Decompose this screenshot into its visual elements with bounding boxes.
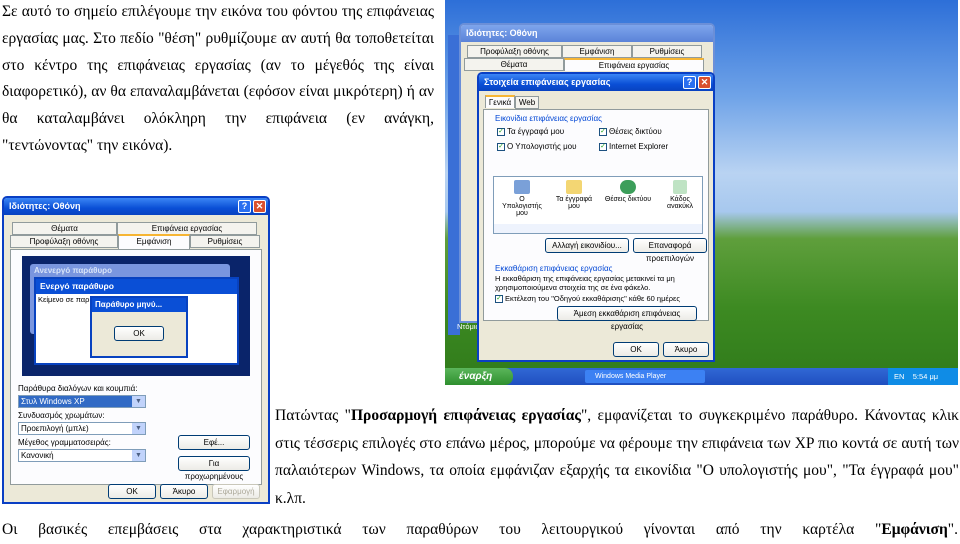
tab-desktop[interactable]: Επιφάνεια εργασίας (564, 58, 704, 71)
font-size-label: Μέγεθος γραμματοσειράς: (18, 438, 111, 447)
customize-paragraph: Πατώντας "Προσαρμογή επιφάνειας εργασίας… (275, 402, 959, 512)
color-scheme-select[interactable]: Προεπιλογή (μπλε) ▼ (18, 422, 146, 435)
language-indicator[interactable]: EN (894, 372, 904, 381)
apply-button[interactable]: Εφαρμογή (212, 484, 260, 499)
computer-icon (514, 180, 530, 194)
text: ". (947, 521, 958, 538)
text: Οι βασικές επεμβάσεις στα χαρακτηριστικά… (2, 521, 882, 538)
window-title: Στοιχεία επιφάνειας εργασίας (484, 77, 611, 87)
checkbox-my-documents[interactable]: ✓ Τα έγγραφά μου (497, 127, 564, 136)
title-bar: Στοιχεία επιφάνειας εργασίας ? ✕ (479, 74, 713, 91)
intro-paragraph: Σε αυτό το σημείο επιλέγουμε την εικόνα … (2, 3, 434, 154)
taskbar: έναρξη Windows Media Player EN 5:54 μμ (445, 368, 958, 385)
color-scheme-value: Προεπιλογή (μπλε) (21, 424, 89, 433)
checkbox-network-places[interactable]: ✓ Θέσεις δικτύου (599, 127, 662, 136)
taskbar-item-media-player[interactable]: Windows Media Player (585, 370, 705, 383)
network-icon (620, 180, 636, 194)
tab-screensaver[interactable]: Προφύλαξη οθόνης (467, 45, 562, 58)
chevron-down-icon: ▼ (132, 450, 145, 461)
horizontal-scrollbar[interactable] (494, 224, 702, 233)
bold-term: Προσαρμογή επιφάνειας εργασίας (351, 407, 581, 424)
checkbox-internet-explorer[interactable]: ✓ Internet Explorer (599, 142, 668, 151)
tab-screensaver[interactable]: Προφύλαξη οθόνης (10, 235, 118, 248)
dialog-style-label: Παράθυρα διαλόγων και κουμπιά: (18, 384, 138, 393)
ok-button[interactable]: OK (613, 342, 659, 357)
tab-web[interactable]: Web (515, 96, 539, 109)
dialog-style-select[interactable]: Στυλ Windows XP ▼ (18, 395, 146, 408)
clock: 5:54 μμ (912, 372, 939, 381)
cancel-button[interactable]: Άκυρο (663, 342, 709, 357)
display-properties-screenshot: Ιδιότητες: Οθόνη ? ✕ Θέματα Επιφάνεια ερ… (2, 196, 270, 504)
ok-button[interactable]: OK (108, 484, 156, 499)
start-button[interactable]: έναρξη (445, 368, 513, 385)
documents-icon (566, 180, 582, 194)
active-window-title: Ενεργό παράθυρο (36, 279, 237, 294)
chevron-down-icon: ▼ (132, 423, 145, 434)
tab-themes[interactable]: Θέματα (12, 222, 117, 235)
icon-list[interactable]: Ο Υπολογιστής μου Τα έγγραφά μου Θέσεις … (493, 176, 703, 234)
window-title: Ιδιότητες: Οθόνη (9, 201, 81, 211)
tab-appearance[interactable]: Εμφάνιση (118, 234, 190, 249)
effects-button[interactable]: Εφέ... (178, 435, 250, 450)
text: Πατώντας " (275, 407, 351, 424)
desktop-icons-group-label: Εικονίδια επιφάνειας εργασίας (495, 114, 602, 123)
color-scheme-label: Συνδυασμός χρωμάτων: (18, 411, 105, 420)
title-bar: Ιδιότητες: Οθόνη ? ✕ (4, 198, 268, 215)
font-size-select[interactable]: Κανονική ▼ (18, 449, 146, 462)
back-title-bar: Ιδιότητες: Οθόνη (461, 25, 713, 42)
tab-themes[interactable]: Θέματα (464, 58, 564, 71)
system-tray: EN 5:54 μμ (888, 368, 958, 385)
tab-general[interactable]: Γενικά (485, 95, 515, 108)
dialog-style-value: Στυλ Windows XP (21, 397, 85, 406)
checkbox-my-computer[interactable]: ✓ Ο Υπολογιστής μου (497, 142, 577, 151)
restore-default-button[interactable]: Επαναφορά προεπιλογών (633, 238, 707, 263)
cleanup-description: Η εκκαθάριση της επιφάνειας εργασίας μετ… (495, 274, 675, 292)
desktop-items-screenshot: Ντόμια Ιδιότητες: Οθόνη Προφύλαξη οθόνης… (445, 0, 958, 385)
help-button[interactable]: ? (238, 200, 251, 213)
help-button[interactable]: ? (683, 76, 696, 89)
change-icon-button[interactable]: Αλλαγή εικονιδίου... (545, 238, 629, 253)
bold-term: Εμφάνιση (881, 521, 948, 538)
close-button[interactable]: ✕ (698, 76, 711, 89)
appearance-preview: Ανενεργό παράθυρο Ενεργό παράθυρο Κείμεν… (22, 256, 250, 376)
tab-settings[interactable]: Ρυθμίσεις (190, 235, 260, 248)
back-window-title: Ιδιότητες: Οθόνη (466, 28, 538, 38)
cancel-button[interactable]: Άκυρο (160, 484, 208, 499)
preview-ok-button: OK (114, 326, 164, 341)
font-size-value: Κανονική (21, 451, 54, 460)
checkbox-cleanup-wizard[interactable]: ✓ Εκτέλεση του "Οδηγού εκκαθάρισης" κάθε … (495, 294, 680, 304)
message-box-title: Παράθυρο μηνύ... (92, 298, 186, 312)
recycle-bin-icon (673, 180, 687, 194)
clean-desktop-now-button[interactable]: Άμεση εκκαθάριση επιφάνειας εργασίας (557, 306, 697, 331)
tab-appearance[interactable]: Εμφάνιση (562, 45, 632, 58)
advanced-button[interactable]: Για προχωρημένους (178, 456, 250, 481)
cleanup-group-label: Εκκαθάριση επιφάνειας εργασίας (495, 264, 613, 273)
chevron-down-icon: ▼ (132, 396, 145, 407)
tab-settings[interactable]: Ρυθμίσεις (632, 45, 702, 58)
close-button[interactable]: ✕ (253, 200, 266, 213)
